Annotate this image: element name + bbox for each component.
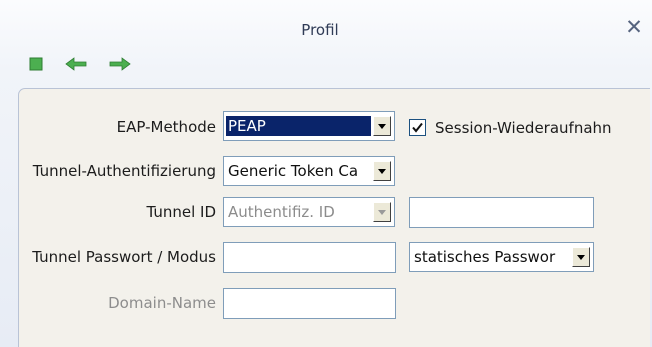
tunnel-password-mode-select[interactable]: statisches Passwor — [409, 242, 594, 272]
tunnel-password-label: Tunnel Passwort / Modus — [32, 248, 216, 266]
tunnel-password-mode-value: statisches Passwor — [414, 248, 556, 266]
tunnel-auth-select[interactable]: Generic Token Ca — [223, 156, 395, 186]
stop-icon — [29, 57, 43, 71]
domain-name-input[interactable] — [223, 288, 396, 319]
back-button[interactable] — [64, 55, 88, 73]
tunnel-auth-value: Generic Token Ca — [228, 162, 359, 180]
chevron-down-icon[interactable] — [373, 161, 391, 181]
session-resume-checkbox[interactable] — [409, 119, 426, 136]
close-icon[interactable]: ✕ — [623, 16, 645, 38]
eap-method-select[interactable]: PEAP — [223, 111, 395, 141]
chevron-down-icon — [373, 202, 391, 222]
stop-button[interactable] — [29, 55, 53, 73]
domain-name-label: Domain-Name — [108, 294, 216, 312]
tunnel-id-select: Authentifiz. ID — [223, 197, 395, 227]
session-resume-label: Session-Wiederaufnahn — [435, 119, 612, 137]
tunnel-id-label: Tunnel ID — [146, 203, 216, 221]
forward-arrow-icon — [109, 57, 131, 71]
eap-method-label: EAP-Methode — [116, 118, 216, 136]
checkmark-icon — [412, 122, 423, 133]
profile-dialog: Profil ✕ EAP-Methode PEAP Session-Wieder… — [0, 0, 652, 347]
eap-method-value: PEAP — [226, 116, 371, 136]
tunnel-auth-label: Tunnel-Authentifizierung — [32, 162, 216, 180]
tunnel-id-input[interactable] — [409, 197, 594, 228]
window-title: Profil — [301, 21, 339, 39]
chevron-down-icon[interactable] — [572, 247, 590, 267]
tunnel-password-input[interactable] — [223, 242, 396, 273]
back-arrow-icon — [65, 57, 87, 71]
forward-button[interactable] — [108, 55, 132, 73]
chevron-down-icon[interactable] — [373, 116, 391, 136]
tunnel-id-value: Authentifiz. ID — [228, 203, 335, 221]
